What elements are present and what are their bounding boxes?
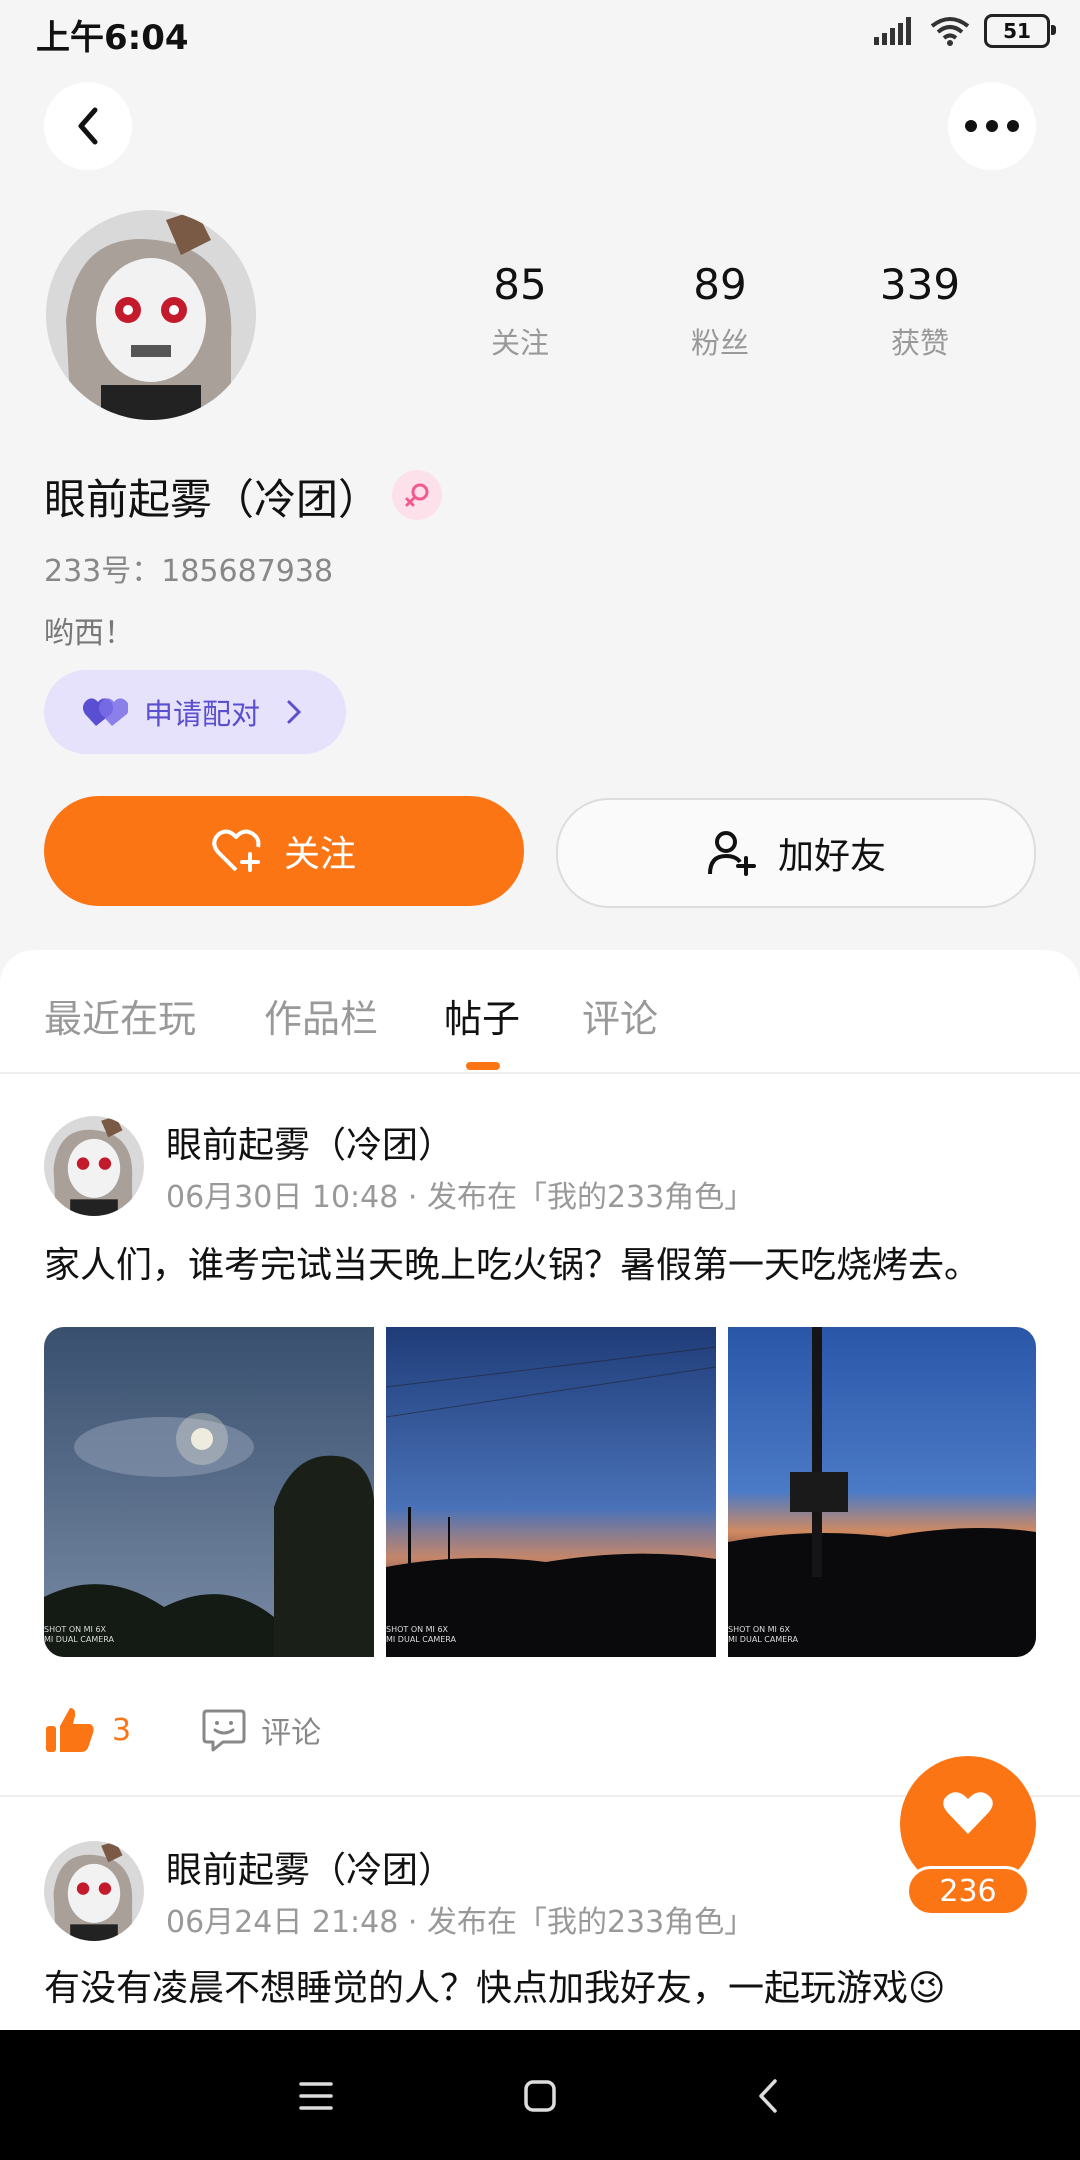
profile-avatar[interactable] [46,210,256,420]
stat-label: 关注 [490,326,549,361]
stat-following[interactable]: 85 关注 [420,260,620,362]
profile-stats: 85 关注 89 粉丝 339 获赞 [420,260,1020,362]
photo-watermark: SHOT ON MI 6X MI DUAL CAMERA [728,1625,799,1644]
chevron-left-icon [759,2079,777,2113]
post-author-name[interactable]: 眼前起雾（冷团） [166,1841,454,1893]
chevron-left-icon [78,107,98,145]
tab-active-indicator [466,1062,500,1070]
post-meta: 06月30日 10:48 · 发布在「我的233角色」 [166,1180,755,1215]
square-icon [524,2080,556,2112]
heart-icon [943,1792,993,1834]
back-nav-button[interactable] [738,2066,798,2126]
post-actions: 3 评论 [44,1702,321,1758]
post-text: 有没有凌晨不想睡觉的人？快点加我好友，一起玩游戏😉 [44,1968,946,2009]
signal-icon [874,17,911,45]
chevron-right-icon [287,700,302,724]
tab-recent-play[interactable]: 最近在玩 [44,988,196,1043]
heart-plus-icon [212,829,261,872]
stat-fans[interactable]: 89 粉丝 [620,260,820,362]
photo-watermark: SHOT ON MI 6X MI DUAL CAMERA [386,1625,457,1644]
request-pair-label: 申请配对 [144,697,261,731]
menu-icon [299,2082,333,2110]
stat-value: 89 [693,260,747,309]
comment-icon [202,1709,246,1752]
post-photo-1[interactable]: SHOT ON MI 6X MI DUAL CAMERA [44,1327,374,1657]
female-gender-icon [392,470,442,520]
follow-button[interactable]: 关注 [44,796,524,906]
photo-watermark: SHOT ON MI 6X MI DUAL CAMERA [44,1625,115,1644]
thumbs-up-icon [46,1708,94,1752]
stat-value: 339 [879,260,961,309]
status-time: 上午6:04 [36,18,189,58]
like-count: 3 [112,1712,132,1748]
post-text: 家人们，谁考完试当天晚上吃火锅？暑假第一天吃烧烤去。 [44,1245,981,1286]
home-nav-button[interactable] [510,2066,570,2126]
post-author-name[interactable]: 眼前起雾（冷团） [166,1116,454,1168]
tab-comments[interactable]: 评论 [582,988,658,1043]
add-friend-button[interactable]: 加好友 [556,798,1036,908]
profile-bio: 哟西！ [44,616,134,651]
battery-level: 51 [1003,19,1031,43]
stat-label: 粉丝 [690,326,749,361]
stat-value: 85 [493,260,547,309]
status-icons: 51 [874,14,1056,48]
profile-nickname: 眼前起雾（冷团） [44,475,381,524]
add-friend-label: 加好友 [777,836,886,877]
profile-uid: 233号：185687938 [44,554,334,589]
tab-posts[interactable]: 帖子 [444,988,520,1043]
wifi-icon [930,17,970,46]
like-button[interactable]: 3 [44,1706,131,1754]
stat-likes[interactable]: 339 获赞 [820,260,1020,362]
back-button[interactable] [44,82,132,170]
status-bar: 上午6:04 51 [0,0,1080,66]
post-photos: SHOT ON MI 6X MI DUAL CAMERA SHOT ON MI 6… [44,1327,1036,1657]
more-button[interactable] [948,82,1036,170]
floating-like-count: 236 [906,1866,1030,1916]
tab-bar: 最近在玩 作品栏 帖子 评论 [0,950,1080,1074]
post-item[interactable]: 眼前起雾（冷团） 06月30日 10:48 · 发布在「我的233角色」 家人们… [0,1072,1080,1797]
system-nav-bar [0,2030,1080,2160]
post-meta: 06月24日 21:48 · 发布在「我的233角色」 [166,1905,755,1940]
more-dots-icon [965,120,1019,132]
stat-label: 获赞 [890,326,949,361]
double-heart-icon [82,698,128,726]
request-pair-button[interactable]: 申请配对 [44,670,346,754]
post-photo-2[interactable]: SHOT ON MI 6X MI DUAL CAMERA [386,1327,716,1657]
post-author-avatar[interactable] [44,1841,144,1941]
add-user-icon [707,831,756,876]
comment-button[interactable]: 评论 [201,1707,321,1753]
menu-nav-button[interactable] [286,2066,346,2126]
tab-works[interactable]: 作品栏 [264,988,378,1043]
comment-label: 评论 [261,1716,322,1751]
post-photo-3[interactable]: SHOT ON MI 6X MI DUAL CAMERA [728,1327,1036,1657]
battery-icon: 51 [984,14,1056,48]
post-author-avatar[interactable] [44,1116,144,1216]
follow-label: 关注 [283,834,356,875]
avatar-image [46,210,256,420]
